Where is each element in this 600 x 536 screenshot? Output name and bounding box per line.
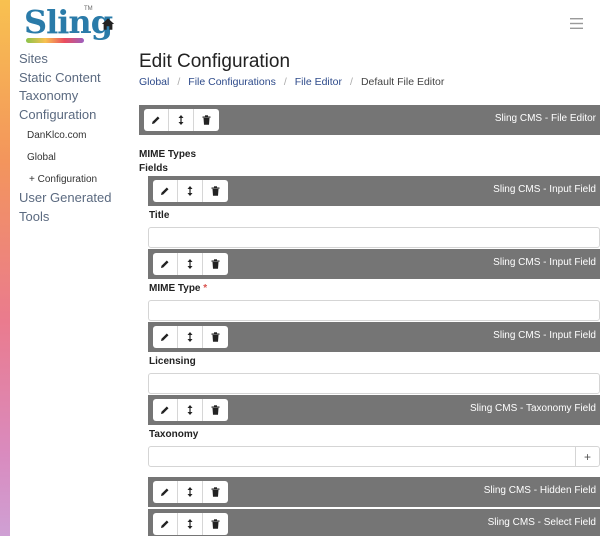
trash-icon [211, 332, 220, 342]
trash-icon [211, 487, 220, 497]
sidebar-item-static-content[interactable]: Static Content [19, 69, 134, 88]
move-button[interactable] [178, 513, 203, 535]
delete-button[interactable] [203, 399, 228, 421]
trash-icon [211, 259, 220, 269]
component-actions [153, 399, 228, 421]
licensing-input[interactable] [148, 373, 600, 394]
component-title: Sling CMS - Select Field [487, 517, 596, 528]
sidebar-item-taxonomy[interactable]: Taxonomy [19, 87, 134, 106]
component-actions [153, 180, 228, 202]
pencil-icon [161, 260, 169, 268]
edit-button[interactable] [153, 399, 178, 421]
arrows-vertical-icon [187, 519, 193, 529]
add-taxonomy-button[interactable]: + [575, 446, 600, 467]
edit-button[interactable] [144, 109, 169, 131]
component-title: Sling CMS - File Editor [494, 113, 596, 124]
arrows-vertical-icon [178, 115, 184, 125]
move-button[interactable] [178, 481, 203, 503]
component-title: Sling CMS - Input Field [493, 330, 596, 341]
move-button[interactable] [178, 180, 203, 202]
component-actions [144, 109, 219, 131]
component-actions [153, 481, 228, 503]
title-input[interactable] [148, 227, 600, 248]
breadcrumb: Global / File Configurations / File Editor / D… [139, 76, 445, 88]
component-bar-input-field: Sling CMS - Input Field [148, 176, 600, 206]
hamburger-menu-icon[interactable] [570, 18, 583, 29]
delete-button[interactable] [203, 180, 228, 202]
component-bar-input-field: Sling CMS - Input Field [148, 322, 600, 352]
breadcrumb-file-configurations[interactable]: File Configurations [188, 76, 276, 88]
sidebar-subitem-global[interactable]: Global [27, 152, 134, 163]
pencil-icon [161, 488, 169, 496]
move-button[interactable] [178, 253, 203, 275]
move-button[interactable] [178, 326, 203, 348]
component-title: Sling CMS - Taxonomy Field [470, 403, 596, 414]
taxonomy-field-label: Taxonomy [149, 429, 199, 440]
breadcrumb-global[interactable]: Global [139, 76, 169, 88]
sidebar-item-sites[interactable]: Sites [19, 50, 134, 69]
delete-button[interactable] [203, 253, 228, 275]
trash-icon [211, 186, 220, 196]
sidebar-item-configuration[interactable]: Configuration [19, 106, 134, 125]
component-title: Sling CMS - Hidden Field [483, 485, 596, 496]
sidebar-nav: Sites Static Content Taxonomy Configurat… [19, 50, 134, 226]
logo-text: Sling [24, 3, 113, 41]
pencil-icon [161, 520, 169, 528]
pencil-icon [152, 116, 160, 124]
component-bar-input-field: Sling CMS - Input Field [148, 249, 600, 279]
sidebar-item-user-generated[interactable]: User Generated [19, 189, 134, 208]
pencil-icon [161, 187, 169, 195]
breadcrumb-current: Default File Editor [360, 76, 445, 88]
logo-swoosh [26, 38, 84, 43]
trash-icon [211, 519, 220, 529]
component-actions [153, 253, 228, 275]
mime-type-input[interactable] [148, 300, 600, 321]
edit-button[interactable] [153, 326, 178, 348]
component-bar-hidden-field: Sling CMS - Hidden Field [148, 477, 600, 507]
arrows-vertical-icon [187, 186, 193, 196]
pencil-icon [161, 406, 169, 414]
breadcrumb-file-editor[interactable]: File Editor [295, 76, 342, 88]
fields-label: Fields [139, 163, 168, 174]
arrows-vertical-icon [187, 405, 193, 415]
delete-button[interactable] [203, 326, 228, 348]
component-title: Sling CMS - Input Field [493, 184, 596, 195]
component-bar-taxonomy-field: Sling CMS - Taxonomy Field [148, 395, 600, 425]
licensing-field-label: Licensing [149, 356, 196, 367]
mime-types-label: MIME Types [139, 149, 197, 160]
pencil-icon [161, 333, 169, 341]
arrows-vertical-icon [187, 332, 193, 342]
arrows-vertical-icon [187, 259, 193, 269]
component-actions [153, 513, 228, 535]
component-title: Sling CMS - Input Field [493, 257, 596, 268]
component-actions [153, 326, 228, 348]
page-title: Edit Configuration [139, 51, 291, 72]
sidebar-item-tools[interactable]: Tools [19, 208, 134, 227]
home-icon[interactable] [101, 17, 115, 31]
arrows-vertical-icon [187, 487, 193, 497]
sling-logo[interactable]: Sling TM [24, 6, 113, 44]
delete-button[interactable] [194, 109, 219, 131]
sidebar-subitem-danklco[interactable]: DanKlco.com [27, 130, 134, 141]
sidebar-subitem-add-configuration[interactable]: + Configuration [29, 174, 134, 185]
edit-button[interactable] [153, 180, 178, 202]
trash-icon [202, 115, 211, 125]
brand-gradient-bar [0, 0, 10, 536]
edit-button[interactable] [153, 481, 178, 503]
trash-icon [211, 405, 220, 415]
title-field-label: Title [149, 210, 170, 221]
move-button[interactable] [169, 109, 194, 131]
component-bar-select-field: Sling CMS - Select Field [148, 509, 600, 536]
edit-button[interactable] [153, 513, 178, 535]
edit-button[interactable] [153, 253, 178, 275]
taxonomy-input[interactable] [148, 446, 576, 467]
logo-trademark: TM [84, 6, 93, 12]
required-marker: * [203, 283, 208, 294]
component-bar-file-editor: Sling CMS - File Editor [139, 105, 600, 135]
mime-type-field-label: MIME Type * [149, 283, 208, 294]
move-button[interactable] [178, 399, 203, 421]
delete-button[interactable] [203, 481, 228, 503]
delete-button[interactable] [203, 513, 228, 535]
